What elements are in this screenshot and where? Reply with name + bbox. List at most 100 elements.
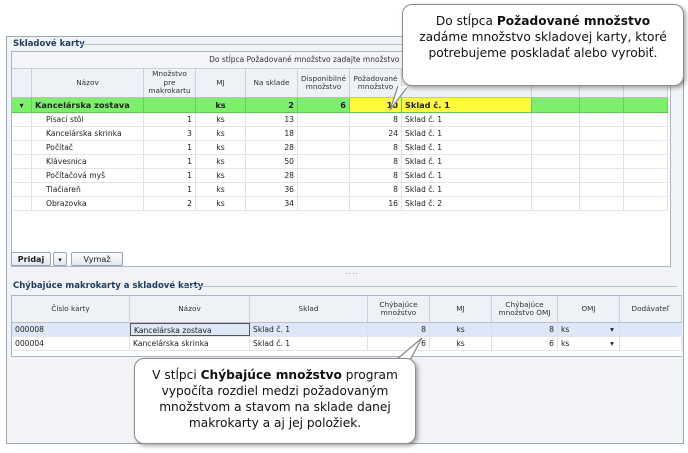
header-available[interactable]: Disponibilné množstvo [298,69,350,97]
table-row[interactable]: Počítačová myš 1 ks 28 8 Sklad č. 1 [12,169,668,183]
cell-mj[interactable]: ks [430,337,492,350]
cell-minimum [580,98,624,112]
table-row[interactable]: Písací stôl 1 ks 13 8 Sklad č. 1 [12,113,668,127]
cell-qty: 1 [144,169,196,182]
cell-empty [580,141,624,154]
cell-available [298,169,350,182]
cell-empty [580,197,624,210]
header-expander [12,69,32,97]
cell-warehouse[interactable]: Sklad č. 1 [402,183,532,196]
cell-empty [580,169,624,182]
callout-bold: Chýbajúce množstvo [200,368,342,382]
expander-icon[interactable]: ▾ [12,98,32,112]
delete-button[interactable]: Vymaž [71,252,123,266]
table-row[interactable]: 000004 Kancelárska skrinka Sklad č. 1 6 ks 6 k… [12,337,682,351]
cell-name: Tlačiareň [32,183,144,196]
panel-splitter-handle[interactable]: .... [345,267,359,276]
cell-required[interactable]: 16 [350,197,402,210]
cell-available: 6 [298,98,350,112]
cell-qty: 1 [144,113,196,126]
cell-warehouse[interactable]: Sklad č. 1 [402,141,532,154]
callout-bold: Požadované množstvo [496,14,651,28]
add-dropdown-icon[interactable]: ▾ [53,252,67,266]
cell-empty [580,113,624,126]
cell-empty [532,127,580,140]
header-supplier[interactable]: Dodávateľ [620,296,682,322]
cell-name: Počítač [32,141,144,154]
cell-required[interactable]: 8 [350,141,402,154]
header-name[interactable]: Názov [32,69,144,97]
header-warehouse[interactable]: Sklad [250,296,368,322]
cell-empty [12,169,32,182]
cell-warehouse[interactable]: Sklad č. 1 [250,323,368,336]
header-qty-macro[interactable]: Množstvo pre makrokartu [144,69,196,97]
cell-mj: ks [196,155,246,168]
cell-stock: 34 [246,197,298,210]
cell-empty [624,113,668,126]
cell-name: Obrazovka [32,197,144,210]
header-missing-qty-omj[interactable]: Chýbajúce množstvo OMJ [492,296,558,322]
cell-empty [532,141,580,154]
cell-name[interactable]: Kancelárska zostava [130,323,250,336]
cell-mj: ks [196,183,246,196]
cell-warehouse[interactable]: Sklad č. 1 [402,155,532,168]
header-stock[interactable]: Na sklade [246,69,298,97]
cell-stock: 50 [246,155,298,168]
chevron-down-icon[interactable]: ▾ [606,323,618,336]
cell-mj: ks [196,169,246,182]
header-name[interactable]: Názov [130,296,250,322]
header-missing-qty[interactable]: Chýbajúce množstvo [368,296,430,322]
chevron-down-icon[interactable]: ▾ [606,337,618,350]
group-row-macrocard[interactable]: ▾ Kancelárska zostava ks 2 6 10 Sklad č.… [12,98,668,113]
cell-warehouse[interactable]: Sklad č. 1 [402,127,532,140]
callout-required-qty: Do stĺpca Požadované množstvo zadáme mno… [402,4,684,86]
cell-required[interactable]: 24 [350,127,402,140]
cell-empty [532,169,580,182]
cell-stock: 28 [246,169,298,182]
cell-empty [624,155,668,168]
table-row[interactable]: Kancelárska skrinka 3 ks 18 24 Sklad č. 1 [12,127,668,141]
cell-name[interactable]: Kancelárska skrinka [130,337,250,350]
header-card-number[interactable]: Číslo karty [12,296,130,322]
cell-missing_omj[interactable]: 8 [492,323,558,336]
cell-warehouse[interactable]: Sklad č. 1 [250,337,368,350]
missing-cards-grid[interactable]: Číslo karty Názov Sklad Chýbajúce množst… [11,295,682,357]
cell-mj[interactable]: ks [430,323,492,336]
cell-empty [12,113,32,126]
cell-card[interactable]: 000008 [12,323,130,336]
table-row[interactable]: Počítač 1 ks 28 8 Sklad č. 1 [12,141,668,155]
cell-missing[interactable]: 8 [368,323,430,336]
cell-card[interactable]: 000004 [12,337,130,350]
cell-required[interactable]: 8 [350,183,402,196]
cell-warehouse[interactable]: Sklad č. 1 [402,169,532,182]
cell-empty [532,155,580,168]
callout-text: Do stĺpca [435,14,497,28]
cell-warehouse[interactable]: Sklad č. 1 [402,113,532,126]
cell-empty [12,183,32,196]
cell-required[interactable]: 8 [350,169,402,182]
add-button[interactable]: Pridaj [11,252,51,266]
cell-required[interactable]: 8 [350,155,402,168]
section-divider [183,286,677,287]
header-omj[interactable]: OMJ [558,296,620,322]
cell-qty [144,98,196,112]
table-row[interactable]: Klávesnica 1 ks 50 8 Sklad č. 1 [12,155,668,169]
cell-available [298,141,350,154]
callout-pointer-bottom [394,337,423,360]
table-row[interactable]: 000008 Kancelárska zostava Sklad č. 1 8 ks 8 k… [12,323,682,337]
cell-mj: ks [196,197,246,210]
cell-warehouse[interactable]: Sklad č. 2 [402,197,532,210]
cell-stock: 28 [246,141,298,154]
cell-missing_omj[interactable]: 6 [492,337,558,350]
header-mj[interactable]: MJ [196,69,246,97]
header-mj[interactable]: MJ [430,296,492,322]
cell-warehouse[interactable]: Sklad č. 1 [402,98,532,112]
cell-empty [624,183,668,196]
cell-supplier[interactable] [620,323,682,336]
cell-empty [624,169,668,182]
table-row[interactable]: Tlačiareň 1 ks 36 8 Sklad č. 1 [12,183,668,197]
cell-empty [532,113,580,126]
table-row[interactable]: Obrazovka 2 ks 34 16 Sklad č. 2 [12,197,668,211]
cell-supplier[interactable] [620,337,682,350]
cell-available [298,197,350,210]
